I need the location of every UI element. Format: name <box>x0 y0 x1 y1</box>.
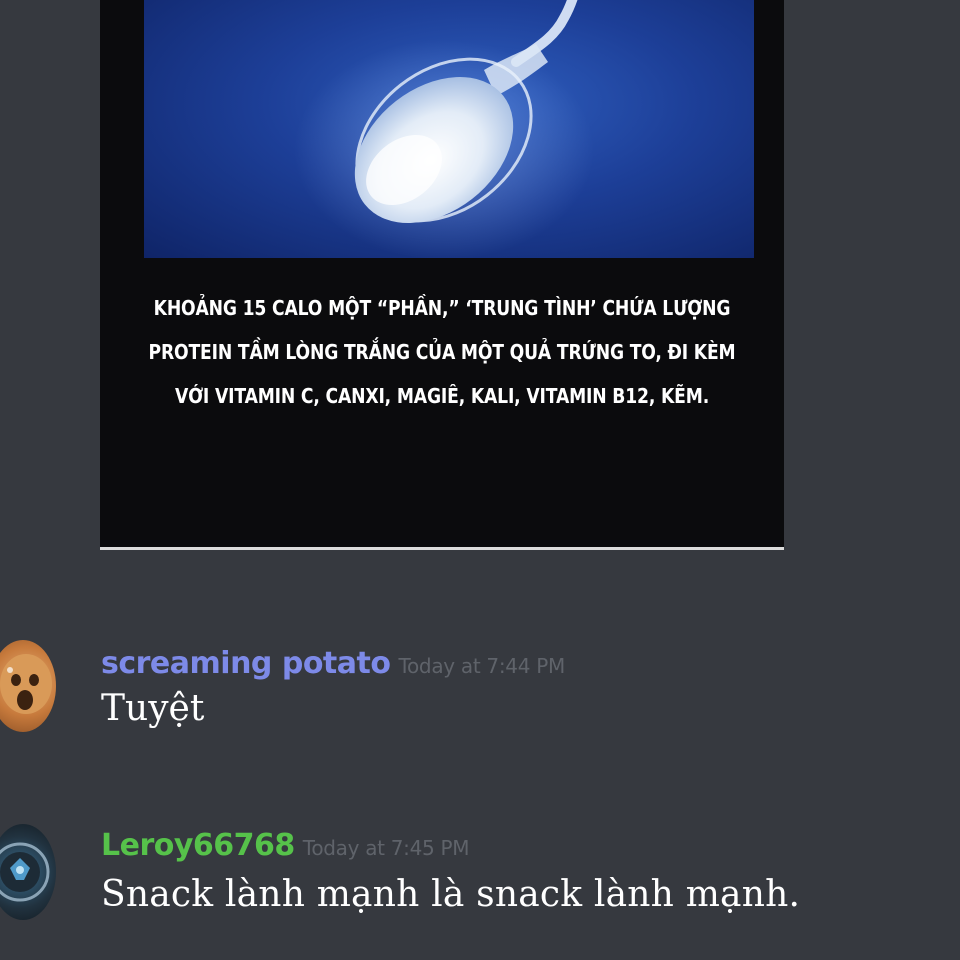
message-text: Tuyệt <box>101 688 205 729</box>
chat-message: screaming potato Today at 7:44 PM Tuyệt <box>0 638 960 748</box>
username[interactable]: screaming potato <box>101 646 391 681</box>
chat-view: KHOẢNG 15 CALO MỘT “PHẦN,” ‘TRUNG TÌNH’ … <box>0 0 960 960</box>
chat-message: Leroy66768 Today at 7:45 PM Snack lành mạ… <box>0 820 960 940</box>
avatar[interactable] <box>0 640 56 732</box>
embedded-image[interactable]: KHOẢNG 15 CALO MỘT “PHẦN,” ‘TRUNG TÌNH’ … <box>100 0 784 550</box>
username[interactable]: Leroy66768 <box>101 828 295 863</box>
leroy-avatar-icon <box>0 842 50 902</box>
timestamp: Today at 7:45 PM <box>302 836 470 860</box>
caption-line: KHOẢNG 15 CALO MỘT “PHẦN,” ‘TRUNG TÌNH’ … <box>153 296 731 320</box>
potato-avatar-icon <box>0 654 52 714</box>
message-text: Snack lành mạnh là snack lành mạnh. <box>101 874 801 915</box>
timestamp: Today at 7:44 PM <box>398 654 565 678</box>
message-header: Leroy66768 Today at 7:45 PM <box>101 828 470 863</box>
caption-line: VỚI VITAMIN C, CANXI, MAGIÊ, KALI, VITAM… <box>174 384 710 408</box>
sperm-cell-photo <box>144 0 754 258</box>
caption-line: PROTEIN TẦM LÒNG TRẮNG CỦA MỘT QUẢ TRỨNG… <box>148 340 736 364</box>
avatar[interactable] <box>0 824 56 920</box>
image-caption: KHOẢNG 15 CALO MỘT “PHẦN,” ‘TRUNG TÌNH’ … <box>148 286 736 418</box>
message-header: screaming potato Today at 7:44 PM <box>101 646 565 681</box>
